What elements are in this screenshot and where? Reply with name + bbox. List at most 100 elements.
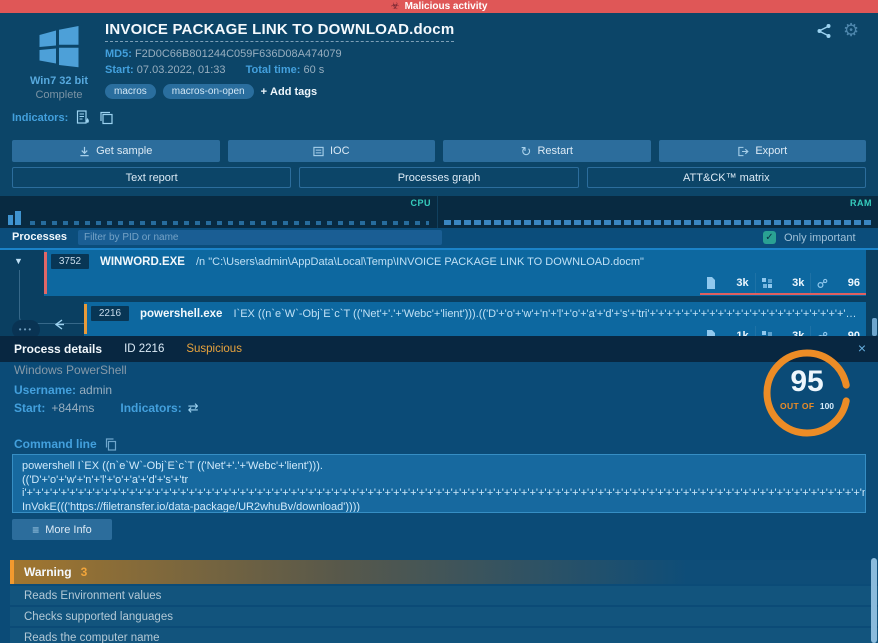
warning-item[interactable]: Reads the computer name xyxy=(10,628,878,643)
attack-matrix-label: ATT&CK™ matrix xyxy=(683,172,770,184)
process-counters[interactable]: 3k 3k 96 xyxy=(700,273,866,293)
process-cmdline: I`EX ((n`e`W`-Obj`E`c`T (('Net'+'.'+'Web… xyxy=(233,308,860,320)
os-name: Win7 32 bit xyxy=(22,75,96,87)
attack-matrix-button[interactable]: ATT&CK™ matrix xyxy=(587,167,866,188)
add-tags-button[interactable]: + Add tags xyxy=(261,86,318,98)
warning-item[interactable]: Checks supported languages xyxy=(10,607,878,626)
ram-sparkline xyxy=(444,220,872,225)
file-icon xyxy=(706,277,716,289)
score-value: 95 xyxy=(762,365,852,399)
details-pid: ID 2216 xyxy=(124,343,164,355)
details-scrollbar[interactable] xyxy=(871,558,877,643)
process-cmdline: /n "C:\Users\admin\AppData\Local\Temp\IN… xyxy=(196,256,860,268)
command-line-box[interactable]: powershell I`EX ((n`e`W`-Obj`E`c`T (('Ne… xyxy=(12,454,866,513)
score-out-of: OUT OF xyxy=(780,401,815,411)
warning-header[interactable]: Warning 3 xyxy=(10,560,878,584)
threat-score: 95 OUT OF 100 xyxy=(762,348,852,438)
process-name: powershell.exe xyxy=(140,308,222,320)
username-value: admin xyxy=(79,383,112,397)
start-label: Start: xyxy=(105,64,134,76)
process-row-powershell[interactable]: 2216 powershell.exe I`EX ((n`e`W`-Obj`E`… xyxy=(84,302,866,336)
connections-icon xyxy=(817,278,828,289)
gear-icon: ⚙ xyxy=(843,20,859,40)
process-name: WINWORD.EXE xyxy=(100,256,185,268)
share-button[interactable] xyxy=(816,23,832,39)
warning-title: Warning xyxy=(24,565,72,579)
get-sample-label: Get sample xyxy=(96,145,152,157)
alert-bar: ☣ Malicious activity xyxy=(0,0,878,13)
expand-arrow-icon[interactable]: ▼ xyxy=(14,256,23,266)
ram-graph[interactable]: RAM xyxy=(438,196,878,228)
tag-macros[interactable]: macros xyxy=(105,84,156,99)
cpu-label: CPU xyxy=(410,198,431,208)
export-button[interactable]: Export xyxy=(659,140,867,162)
text-report-button[interactable]: Text report xyxy=(12,167,291,188)
cpu-graph[interactable]: CPU xyxy=(0,196,438,228)
app-name: Windows PowerShell xyxy=(14,363,127,377)
settings-button[interactable]: ⚙ xyxy=(843,21,859,39)
only-important-checkbox[interactable]: ✓ xyxy=(763,231,776,244)
copy-indicator-icon[interactable] xyxy=(99,111,114,125)
warning-item-label: Reads Environment values xyxy=(24,590,161,602)
pid-badge: 2216 xyxy=(91,306,129,321)
ioc-label: IOC xyxy=(330,145,350,157)
files-count: 3k xyxy=(736,277,748,289)
biohazard-icon: ☣ xyxy=(391,2,400,12)
windows-logo xyxy=(35,23,83,71)
share-icon xyxy=(816,23,832,39)
file-title: INVOICE PACKAGE LINK TO DOWNLOAD.docm xyxy=(105,21,454,42)
export-icon xyxy=(737,146,749,157)
start-value: 07.03.2022, 01:33 xyxy=(137,64,226,76)
add-tags-label: Add tags xyxy=(270,86,317,98)
file-block: INVOICE PACKAGE LINK TO DOWNLOAD.docm MD… xyxy=(105,21,454,99)
resource-monitor: CPU RAM xyxy=(0,196,878,228)
warning-item[interactable]: Reads Environment values xyxy=(10,586,878,605)
more-info-button[interactable]: ≡ More Info xyxy=(12,519,112,540)
processes-graph-button[interactable]: Processes graph xyxy=(299,167,578,188)
tag-macros-on-open[interactable]: macros-on-open xyxy=(163,84,254,99)
score-max: 100 xyxy=(820,401,834,411)
swap-arrows-icon[interactable]: ⇄ xyxy=(188,402,199,414)
indicators-label: Indicators: xyxy=(12,112,68,124)
details-start-label: Start: xyxy=(14,401,45,415)
warning-item-label: Reads the computer name xyxy=(24,632,160,643)
events-count: 96 xyxy=(848,277,860,289)
ioc-button[interactable]: IOC xyxy=(228,140,436,162)
return-arrow-icon[interactable] xyxy=(52,318,67,331)
copy-icon[interactable] xyxy=(105,438,117,451)
details-start-value: +844ms xyxy=(51,401,94,415)
close-button[interactable]: × xyxy=(858,340,866,356)
restart-button[interactable]: ↻ Restart xyxy=(443,140,651,162)
cpu-sparkline xyxy=(30,221,429,225)
processes-title: Processes xyxy=(12,231,67,243)
ram-label: RAM xyxy=(850,198,872,208)
total-time-label: Total time: xyxy=(246,64,301,76)
text-report-label: Text report xyxy=(126,172,178,184)
more-dots-button[interactable]: ••• xyxy=(12,320,40,336)
malicious-doc-indicator-icon[interactable] xyxy=(76,110,91,125)
warning-bar xyxy=(84,304,87,334)
process-scrollbar[interactable] xyxy=(872,318,877,336)
export-label: Export xyxy=(755,145,787,157)
check-icon: ✓ xyxy=(765,232,773,243)
modules-count: 3k xyxy=(792,277,804,289)
alert-label: Malicious activity xyxy=(405,1,488,12)
get-sample-button[interactable]: Get sample xyxy=(12,140,220,162)
process-tree: ▼ 3752 WINWORD.EXE /n "C:\Users\admin\Ap… xyxy=(0,250,878,336)
details-indicators-label: Indicators: xyxy=(120,401,181,415)
restart-label: Restart xyxy=(537,145,572,157)
os-status: Complete xyxy=(22,89,96,101)
more-info-label: More Info xyxy=(45,524,91,536)
danger-underline xyxy=(700,293,866,295)
command-line-label: Command line xyxy=(14,437,97,451)
process-row-winword[interactable]: 3752 WINWORD.EXE /n "C:\Users\admin\AppD… xyxy=(44,250,866,296)
dots-icon: ••• xyxy=(19,325,33,334)
danger-bar xyxy=(44,252,47,294)
analysis-page: ☣ Malicious activity Win7 32 bit Complet… xyxy=(0,0,878,643)
processes-graph-label: Processes graph xyxy=(398,172,481,184)
close-icon: × xyxy=(858,340,866,356)
process-counters[interactable]: 1k 3k 90 xyxy=(700,326,866,336)
restart-icon: ↻ xyxy=(521,145,532,158)
download-icon xyxy=(79,146,90,157)
process-filter-input[interactable] xyxy=(78,230,442,245)
